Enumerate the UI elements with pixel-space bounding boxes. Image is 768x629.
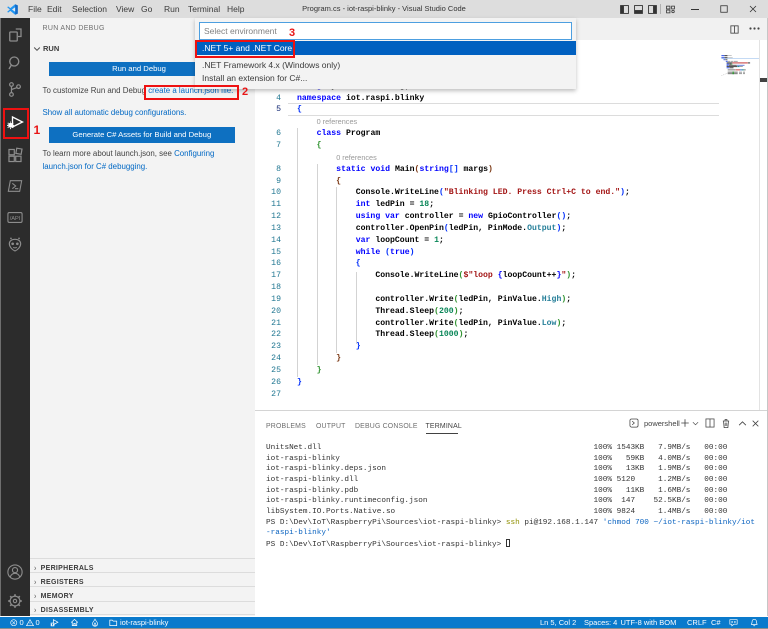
svg-text:/API: /API	[10, 215, 21, 221]
